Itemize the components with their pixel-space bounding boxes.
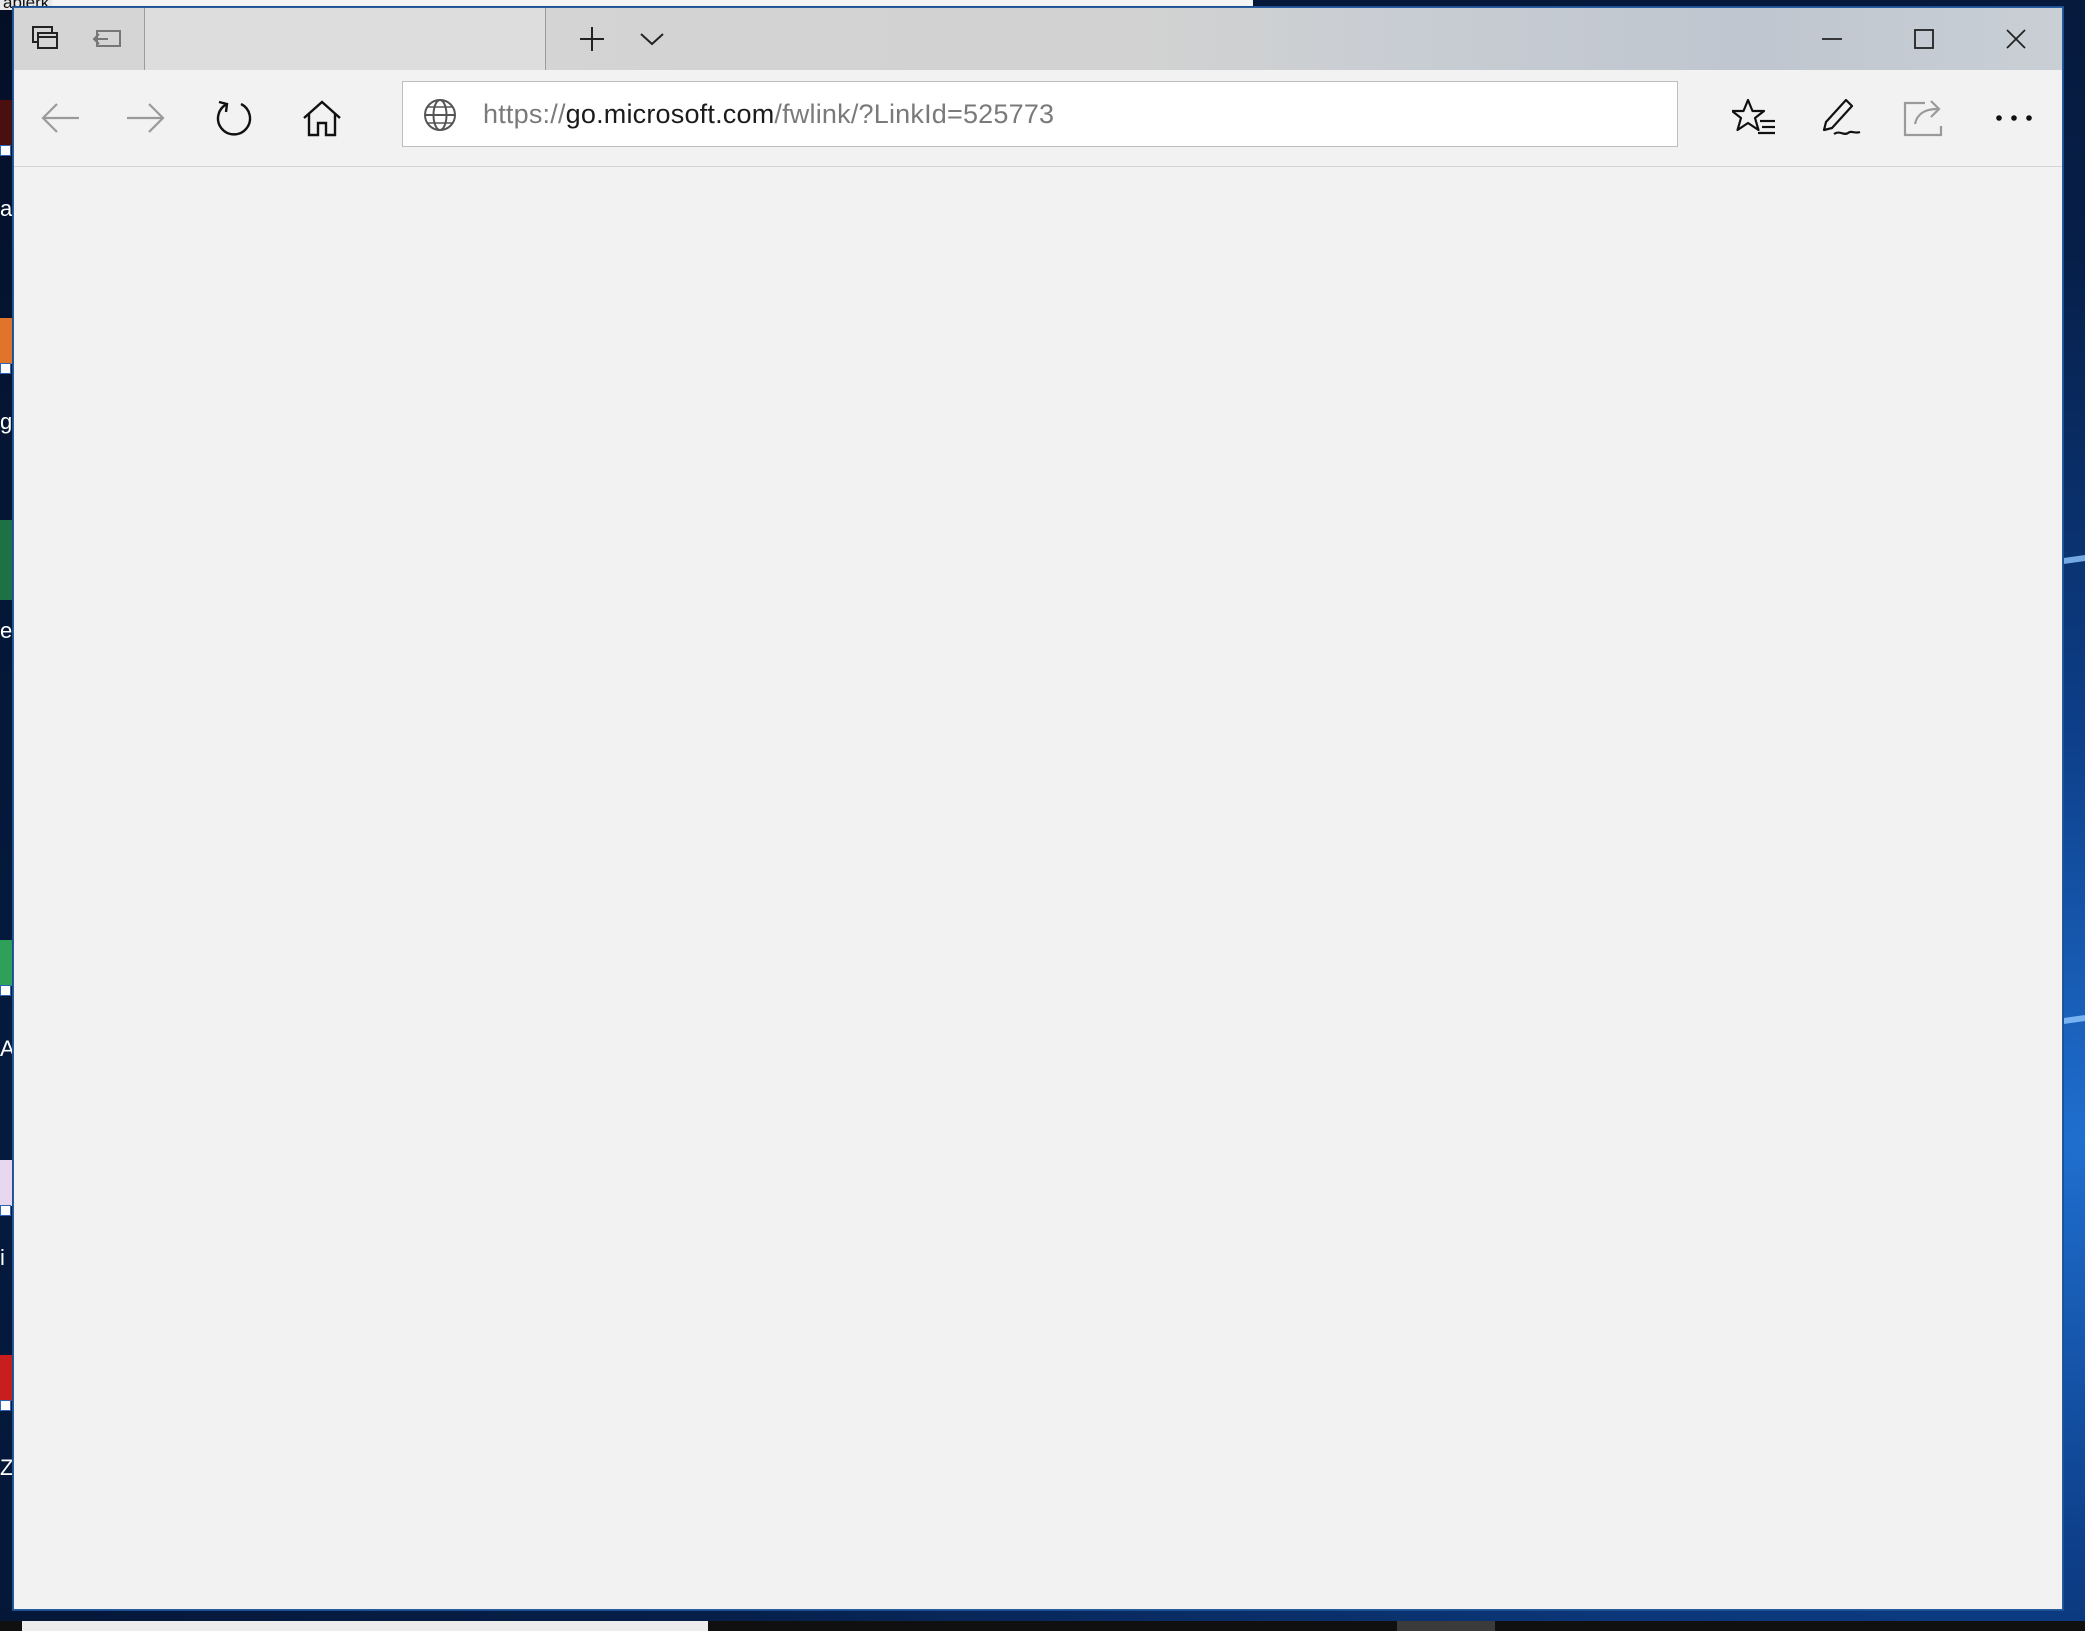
back-arrow-icon: [41, 103, 79, 133]
address-bar[interactable]: https://go.microsoft.com/fwlink/?LinkId=…: [402, 81, 1678, 147]
chevron-down-icon: [640, 33, 664, 46]
url-scheme: https://: [483, 99, 566, 129]
url-host: go.microsoft.com: [565, 99, 775, 129]
tab-tools: [14, 8, 144, 70]
desktop-shortcut-icon[interactable]: [0, 100, 12, 156]
desktop-shortcut-label: g: [0, 409, 13, 434]
desktop-shortcut-icon[interactable]: [0, 1355, 12, 1411]
tab-preview-icon[interactable]: [14, 8, 76, 70]
desktop-shortcut-label: i: [0, 1245, 5, 1270]
home-icon: [303, 100, 341, 137]
minimize-button[interactable]: [1786, 8, 1878, 70]
globe-icon: [424, 99, 456, 131]
page-content-area[interactable]: [14, 167, 2062, 1609]
maximize-button[interactable]: [1878, 8, 1970, 70]
home-button[interactable]: [286, 82, 358, 154]
active-tab[interactable]: [144, 8, 546, 70]
navigation-bar: https://go.microsoft.com/fwlink/?LinkId=…: [14, 70, 2062, 167]
close-icon: [2006, 29, 2026, 49]
plus-icon: [580, 27, 604, 51]
favorites-star-icon: [1732, 98, 1775, 135]
more-button[interactable]: [1978, 82, 2050, 154]
taskbar: [0, 1621, 2085, 1631]
forward-button[interactable]: [110, 82, 182, 154]
desktop-shortcut-label: e: [0, 618, 13, 643]
taskbar-active-app[interactable]: [1397, 1621, 1495, 1631]
edge-browser-window: https://go.microsoft.com/fwlink/?LinkId=…: [13, 7, 2063, 1610]
tab-list-button[interactable]: [624, 8, 680, 70]
minimize-icon: [1822, 38, 1842, 40]
more-dots-icon: [1996, 115, 2032, 121]
web-note-button[interactable]: [1804, 82, 1876, 154]
title-bar: [14, 8, 2062, 70]
web-note-pen-icon: [1822, 98, 1861, 135]
excel-shortcut-icon[interactable]: [0, 520, 12, 600]
url-path: /fwlink/?LinkId=525773: [774, 99, 1055, 129]
maximize-icon: [1914, 29, 1934, 49]
favorites-button[interactable]: [1718, 82, 1790, 154]
desktop-shortcut-icon[interactable]: [0, 318, 12, 374]
refresh-icon: [216, 100, 252, 136]
desktop-shortcut-label: a: [0, 196, 13, 221]
refresh-button[interactable]: [198, 82, 270, 154]
url-text: https://go.microsoft.com/fwlink/?LinkId=…: [483, 82, 1054, 146]
share-icon: [1903, 100, 1943, 137]
set-tabs-aside-icon[interactable]: [76, 8, 138, 70]
new-tab-button[interactable]: [564, 8, 620, 70]
window-caption-buttons: [1786, 8, 2062, 70]
forward-arrow-icon: [127, 103, 165, 133]
taskbar-search-box[interactable]: [22, 1621, 708, 1631]
desktop-shortcut-icon[interactable]: [0, 940, 12, 996]
desktop-shortcut-icon[interactable]: [0, 1160, 12, 1216]
share-button[interactable]: [1890, 82, 1962, 154]
desktop-shortcut-label: A: [0, 1036, 14, 1061]
desktop-shortcut-label: Z: [0, 1455, 14, 1480]
close-button[interactable]: [1970, 8, 2062, 70]
back-button[interactable]: [24, 82, 96, 154]
